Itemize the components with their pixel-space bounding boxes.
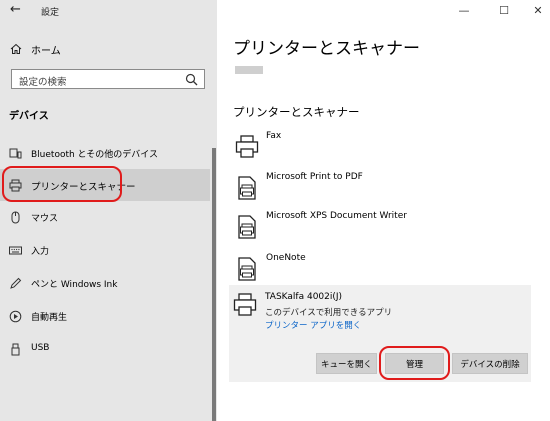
open-queue-button[interactable]: キューを開く [316,353,377,374]
home-icon [10,43,22,54]
home-nav-item[interactable]: ホーム [10,40,61,58]
sidebar-item-label: ペンと Windows Ink [31,280,118,290]
printer-icon [233,293,257,316]
sidebar-item-pen[interactable]: ペンと Windows Ink [0,267,210,299]
usb-icon [11,343,20,356]
search-icon[interactable] [185,73,198,86]
open-printer-app-link[interactable]: プリンター アプリを開く [265,319,361,331]
page-title: プリンターとスキャナー [233,39,420,59]
sidebar-section-title: デバイス [9,111,49,122]
sidebar-item-input[interactable]: 入力 [0,234,210,266]
printer-document-icon [238,176,256,200]
device-fax[interactable]: Fax [231,131,541,171]
home-label: ホーム [31,45,61,57]
pen-icon [10,277,22,289]
placeholder-bar [235,66,263,74]
sidebar-item-bluetooth[interactable]: Bluetooth とその他のデバイス [0,137,210,169]
remove-device-button[interactable]: デバイスの削除 [452,353,528,374]
highlight-oval-printers [2,166,122,202]
device-name: OneNote [266,253,306,263]
close-icon[interactable]: ✕ [531,4,545,17]
device-name: Fax [266,131,282,141]
device-subtitle: このデバイスで利用できるアプリ [265,308,393,318]
sidebar-item-label: USB [31,343,50,353]
maximize-icon[interactable]: ☐ [497,4,511,17]
bluetooth-devices-icon [9,148,22,159]
printer-document-icon [238,257,256,281]
sidebar-item-mouse[interactable]: マウス [0,201,210,233]
sidebar-item-label: マウス [31,214,59,224]
settings-search-input[interactable]: 設定の検索 [11,69,205,89]
search-placeholder: 設定の検索 [19,77,67,88]
keyboard-icon [9,246,22,255]
section-title: プリンターとスキャナー [233,105,360,119]
sidebar-item-label: Bluetooth とその他のデバイス [31,150,159,160]
device-print-to-pdf[interactable]: Microsoft Print to PDF [231,172,541,212]
device-name: Microsoft Print to PDF [266,172,363,182]
autoplay-icon [9,310,22,323]
sidebar-item-usb[interactable]: USB [0,333,210,365]
highlight-oval-manage [379,346,450,380]
sidebar-item-label: 自動再生 [31,313,68,323]
mouse-icon [11,211,20,224]
sidebar-item-autoplay[interactable]: 自動再生 [0,300,210,332]
device-xps-writer[interactable]: Microsoft XPS Document Writer [231,211,541,251]
minimize-icon[interactable]: — [457,4,471,17]
back-arrow-icon[interactable]: ← [10,3,21,17]
fax-printer-icon [235,135,259,158]
device-name: Microsoft XPS Document Writer [266,211,407,221]
sidebar-titlebar: ← 設定 [0,0,217,22]
printer-document-icon [238,215,256,239]
sidebar-scrollbar[interactable] [212,148,216,421]
settings-sidebar: ← 設定 ホーム 設定の検索 デバイス Bluetooth とその他のデバイス … [0,0,217,421]
sidebar-item-label: 入力 [31,247,50,257]
device-name: TASKalfa 4002i(J) [265,292,343,302]
window-title: 設定 [41,8,60,18]
